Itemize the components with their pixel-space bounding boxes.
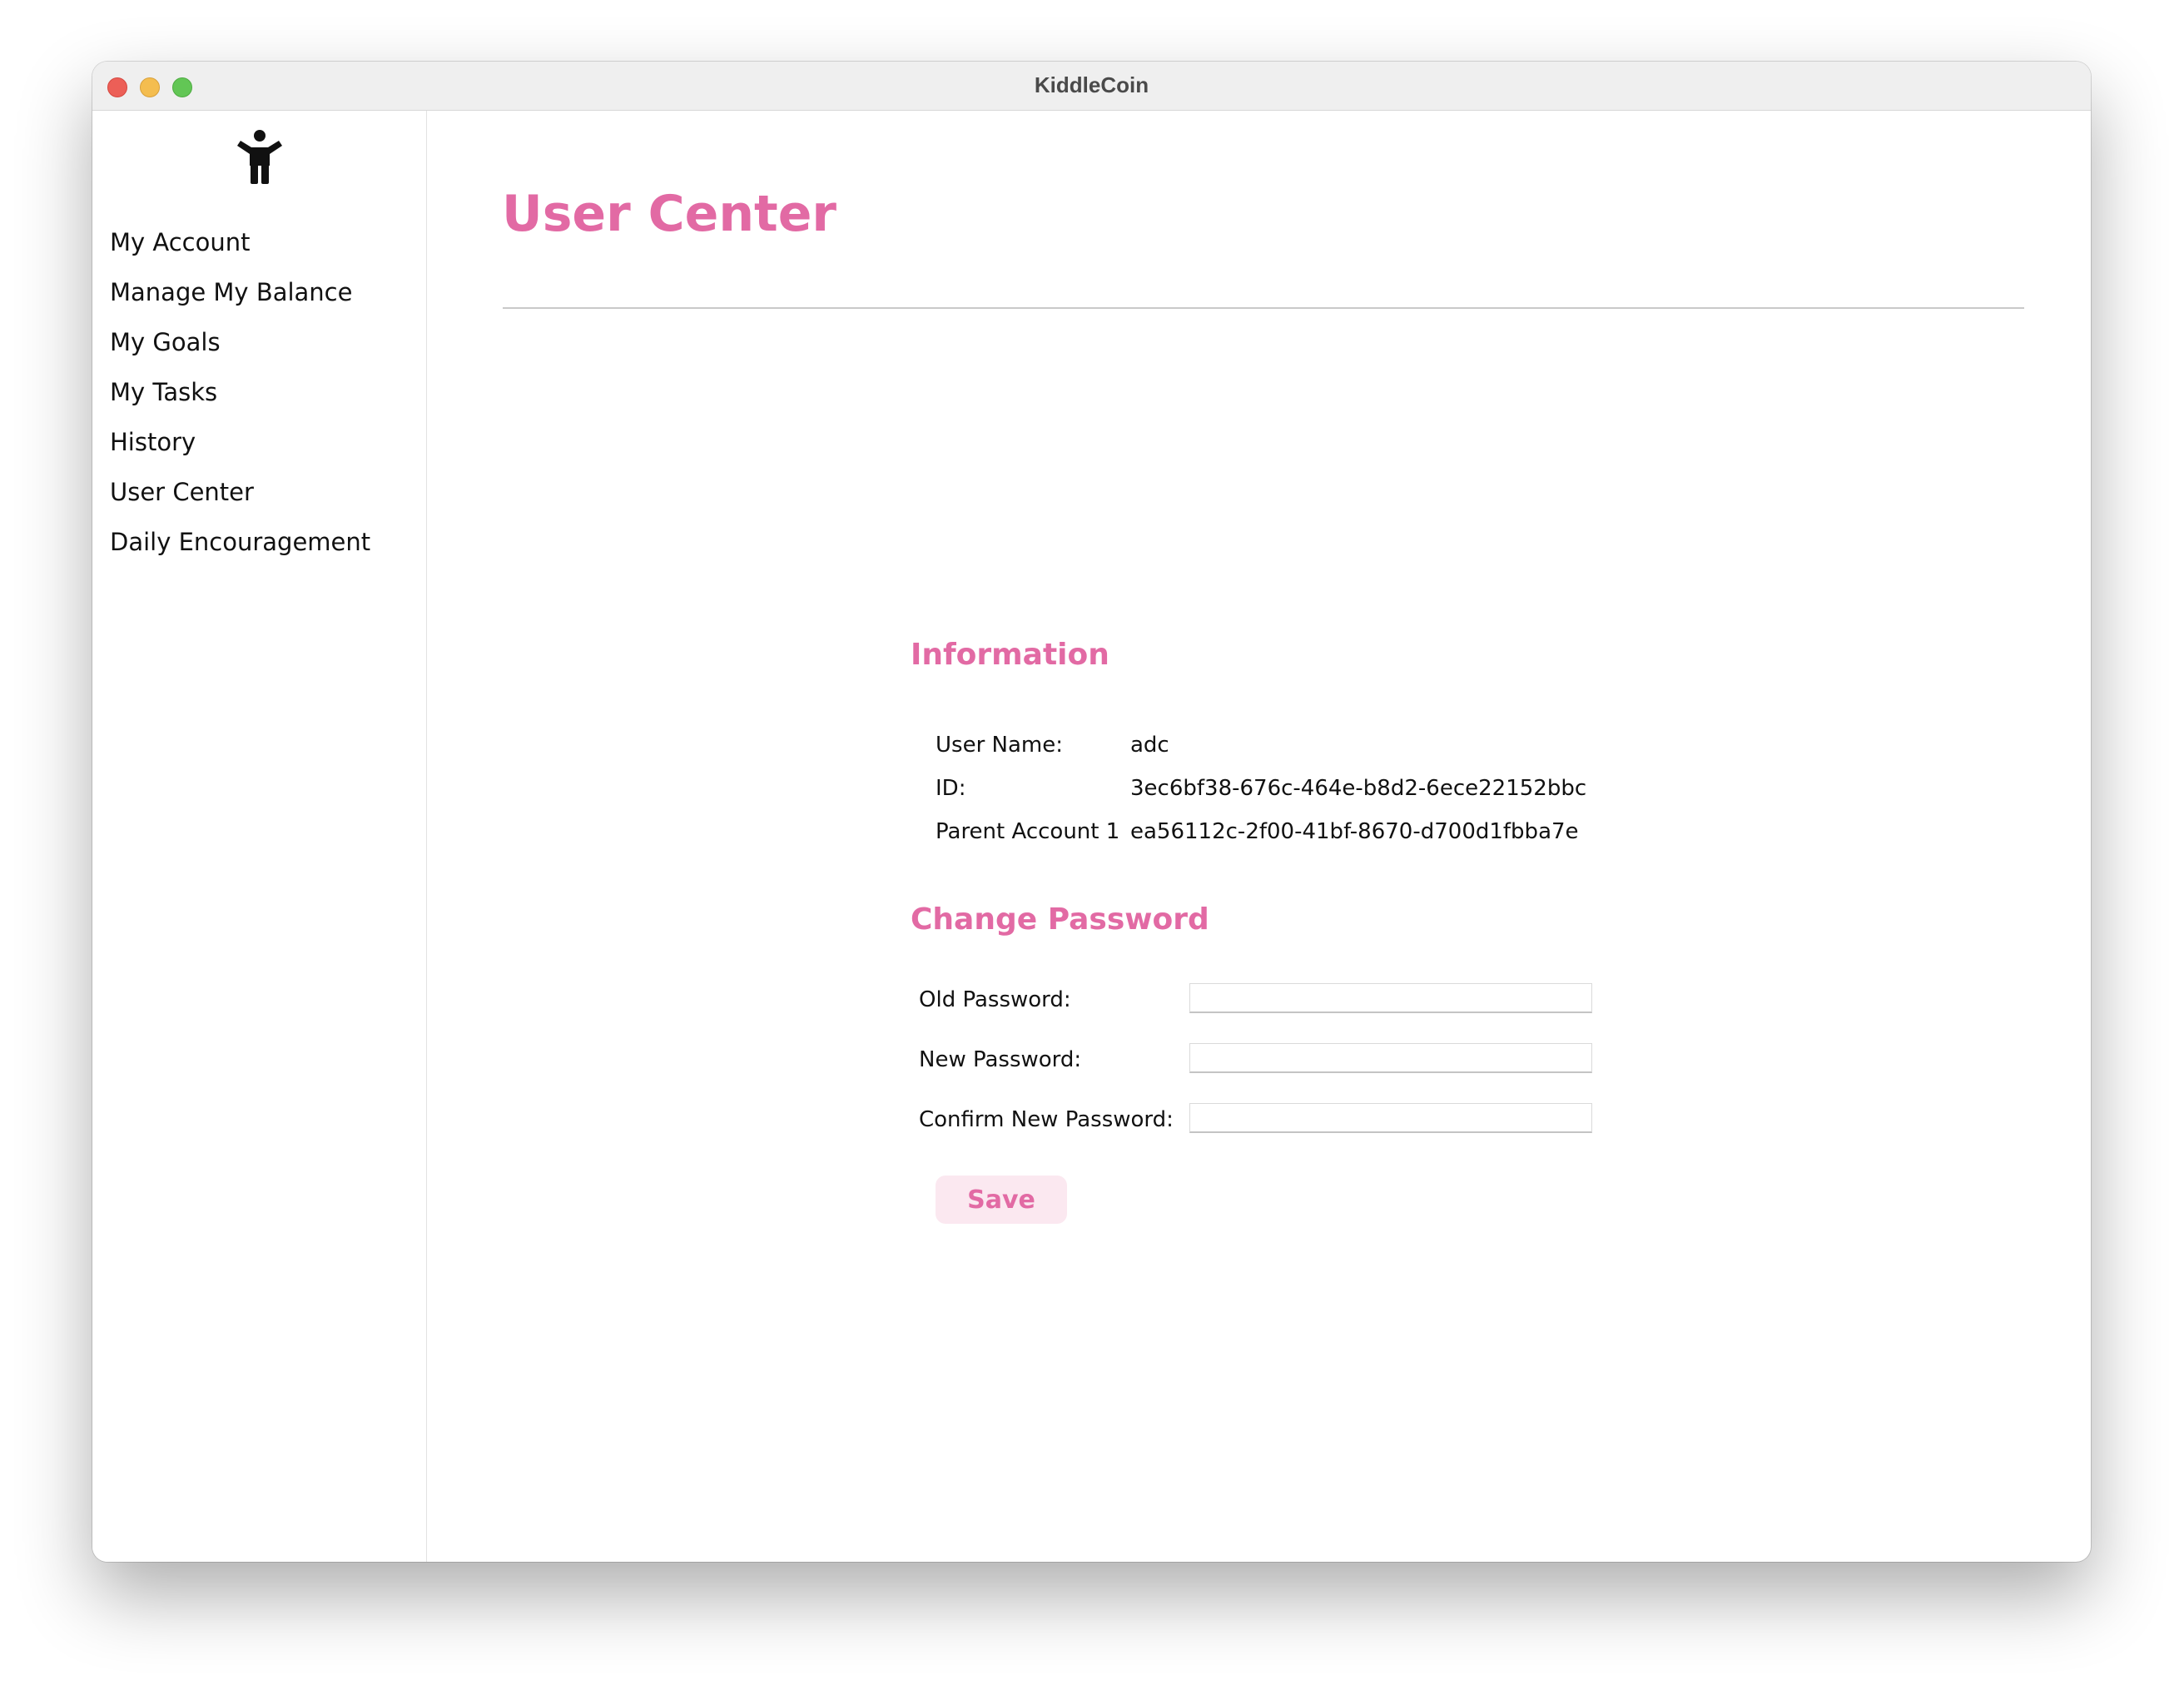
sidebar: My Account Manage My Balance My Goals My…: [92, 111, 427, 1562]
confirm-password-field[interactable]: [1189, 1103, 1592, 1133]
title-divider: [503, 307, 2024, 309]
page-title: User Center: [502, 185, 837, 243]
old-password-label: Old Password:: [919, 987, 1071, 1012]
child-figure-icon: [237, 130, 282, 184]
title-bar[interactable]: KiddleCoin: [92, 62, 2091, 111]
sidebar-item-manage-my-balance[interactable]: Manage My Balance: [110, 278, 370, 328]
id-label: ID:: [936, 776, 966, 801]
old-password-field[interactable]: [1189, 983, 1592, 1013]
change-password-heading: Change Password: [911, 902, 1209, 937]
parent-account-value: ea56112c-2f00-41bf-8670-d700d1fbba7e: [1130, 819, 1579, 844]
new-password-label: New Password:: [919, 1047, 1082, 1072]
sidebar-item-daily-encouragement[interactable]: Daily Encouragement: [110, 528, 370, 578]
window-title: KiddleCoin: [1034, 72, 1149, 97]
save-button[interactable]: Save: [936, 1176, 1067, 1224]
app-window: KiddleCoin My Account Manage My Balance …: [92, 62, 2091, 1562]
confirm-password-label: Confirm New Password:: [919, 1107, 1174, 1132]
new-password-field[interactable]: [1189, 1043, 1592, 1073]
id-value: 3ec6bf38-676c-464e-b8d2-6ece22152bbc: [1130, 776, 1587, 801]
sidebar-item-my-goals[interactable]: My Goals: [110, 328, 370, 378]
user-name-label: User Name:: [936, 733, 1063, 758]
user-name-value: adc: [1130, 733, 1169, 758]
sidebar-nav: My Account Manage My Balance My Goals My…: [110, 228, 370, 578]
sidebar-item-user-center[interactable]: User Center: [110, 478, 370, 528]
sidebar-item-my-tasks[interactable]: My Tasks: [110, 378, 370, 428]
information-heading: Information: [911, 638, 1109, 672]
sidebar-item-my-account[interactable]: My Account: [110, 228, 370, 278]
sidebar-item-history[interactable]: History: [110, 428, 370, 478]
parent-account-label: Parent Account 1: [936, 819, 1120, 844]
